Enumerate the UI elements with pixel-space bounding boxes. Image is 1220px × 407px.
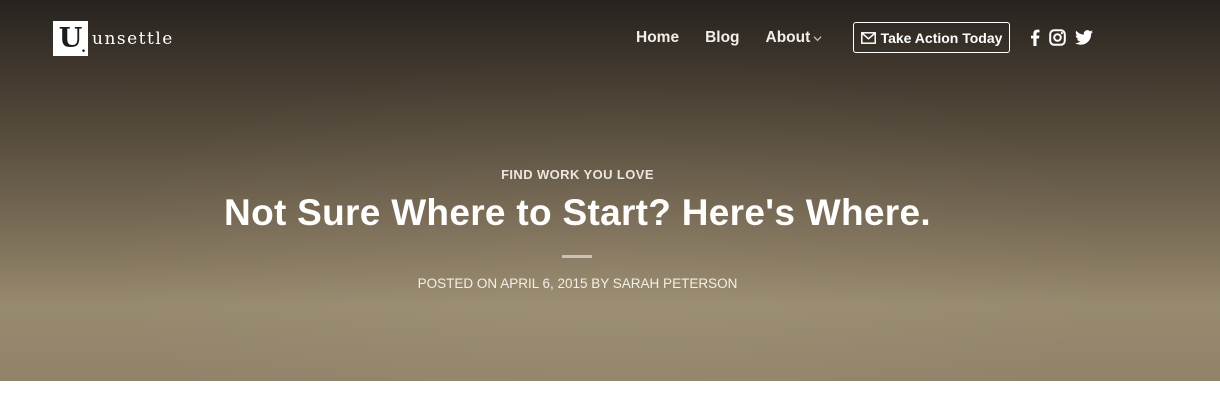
twitter-icon bbox=[1075, 29, 1093, 45]
nav-home-label: Home bbox=[636, 29, 680, 46]
title-divider bbox=[562, 255, 592, 258]
twitter-link[interactable] bbox=[1075, 28, 1093, 46]
post-meta: POSTED ON APRIL 6, 2015 BY SARAH PETERSO… bbox=[0, 276, 1155, 291]
instagram-icon bbox=[1049, 28, 1066, 46]
posted-prefix: POSTED ON bbox=[417, 276, 498, 291]
instagram-link[interactable] bbox=[1049, 28, 1066, 46]
nav-blog[interactable]: Blog bbox=[705, 29, 739, 47]
post-date[interactable]: APRIL 6, 2015 bbox=[500, 276, 587, 291]
hero-header: U. unsettle Home Blog About Take Action … bbox=[0, 0, 1220, 381]
envelope-icon bbox=[860, 31, 876, 44]
facebook-link[interactable] bbox=[1030, 28, 1040, 46]
post-title: Not Sure Where to Start? Here's Where. bbox=[224, 192, 931, 233]
take-action-button[interactable]: Take Action Today bbox=[853, 22, 1010, 53]
nav-home[interactable]: Home bbox=[636, 29, 679, 47]
post-category-label: FIND WORK YOU LOVE bbox=[501, 167, 654, 182]
chevron-down-icon bbox=[813, 35, 822, 41]
logo-mark: U. bbox=[53, 21, 88, 56]
post-category[interactable]: FIND WORK YOU LOVE bbox=[0, 167, 1155, 182]
by-label: BY bbox=[591, 276, 610, 291]
nav-blog-label: Blog bbox=[705, 29, 740, 46]
social-links bbox=[1030, 28, 1102, 46]
main-nav: Home Blog About bbox=[636, 26, 848, 50]
nav-about[interactable]: About bbox=[766, 29, 823, 47]
post-author[interactable]: SARAH PETERSON bbox=[613, 276, 738, 291]
site-logo[interactable]: U. unsettle bbox=[53, 21, 174, 56]
facebook-icon bbox=[1031, 29, 1040, 46]
take-action-label: Take Action Today bbox=[880, 29, 1003, 46]
logo-text: unsettle bbox=[92, 28, 174, 49]
nav-about-label: About bbox=[765, 29, 811, 46]
